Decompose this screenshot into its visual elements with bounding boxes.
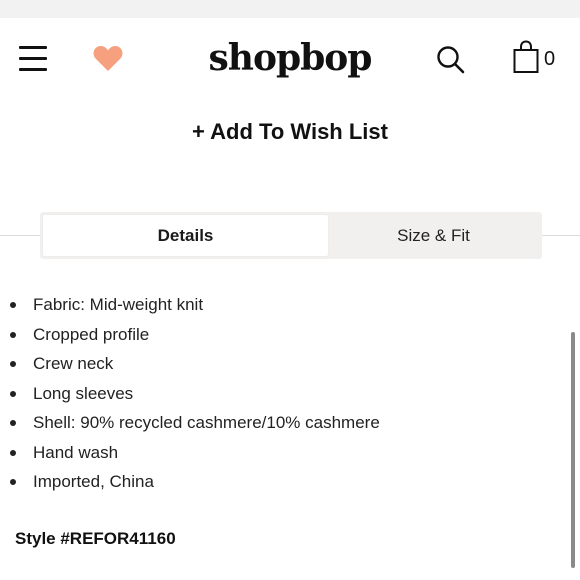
- top-strip: [0, 0, 580, 18]
- list-item: Imported, China: [0, 467, 380, 497]
- list-item: Hand wash: [0, 438, 380, 468]
- scrollbar[interactable]: [571, 332, 575, 568]
- shopping-bag-icon[interactable]: [513, 40, 539, 74]
- add-to-wishlist-button[interactable]: + Add To Wish List: [0, 119, 580, 145]
- shopbop-logo[interactable]: shopbop: [0, 37, 580, 79]
- list-item: Crew neck: [0, 349, 380, 379]
- style-number: Style #REFOR41160: [15, 529, 176, 548]
- list-item: Cropped profile: [0, 320, 380, 350]
- cart-count[interactable]: 0: [544, 48, 555, 71]
- list-item: Fabric: Mid-weight knit: [0, 290, 380, 320]
- list-item: Long sleeves: [0, 379, 380, 409]
- list-item: Shell: 90% recycled cashmere/10% cashmer…: [0, 408, 380, 438]
- site-header: shopbop 0: [0, 18, 580, 100]
- product-info-tabs: Details Size & Fit: [40, 212, 542, 259]
- details-list: Fabric: Mid-weight knit Cropped profile …: [0, 290, 380, 497]
- tab-details[interactable]: Details: [43, 215, 328, 256]
- tab-size-fit[interactable]: Size & Fit: [328, 215, 539, 256]
- search-icon[interactable]: [436, 45, 466, 75]
